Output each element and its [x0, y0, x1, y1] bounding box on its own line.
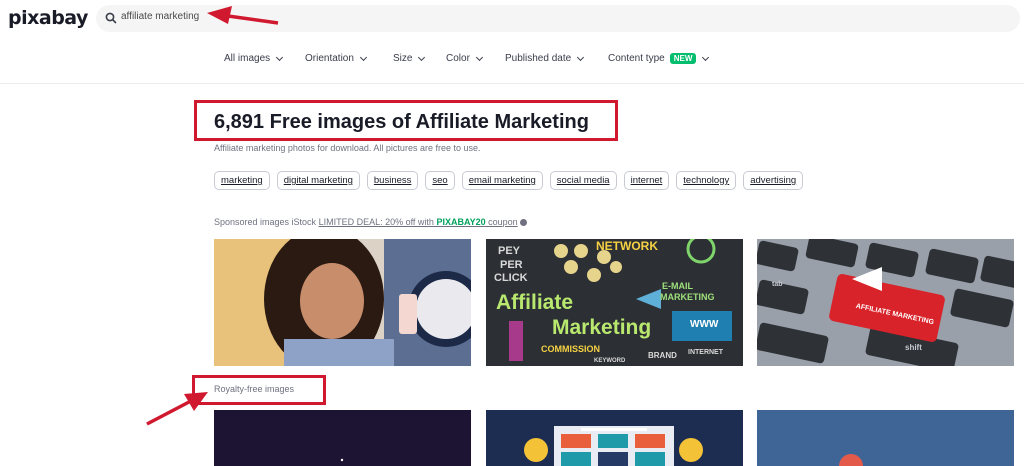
coupon-code: PIXABAY20 [436, 217, 486, 227]
annotation-arrows [146, 6, 279, 426]
network-text: NETWORK [596, 239, 658, 253]
filter-orientation[interactable]: Orientation [305, 53, 367, 64]
royalty-image-1[interactable] [214, 410, 471, 466]
deal-suffix: coupon [485, 217, 518, 227]
tag-chip[interactable]: technology [676, 171, 737, 190]
chevron-down-icon [276, 53, 284, 61]
annotation-title-box [194, 100, 618, 141]
filter-color[interactable]: Color [446, 53, 483, 64]
filter-label: Published date [505, 53, 572, 64]
sponsored-prefix: Sponsored images iStock [214, 217, 319, 227]
info-icon[interactable] [519, 219, 527, 227]
tag-chip[interactable]: business [366, 171, 419, 190]
chevron-down-icon [418, 53, 426, 61]
filter-label: All images [224, 53, 271, 64]
chevron-down-icon [359, 53, 367, 61]
deal-text: LIMITED DEAL: 20% off with [318, 217, 437, 227]
www-text: WWW [690, 319, 719, 330]
keyword-text: KEYWORD [594, 358, 626, 364]
per-text: PER [500, 259, 523, 271]
tab-key-text: tab [772, 281, 783, 288]
royalty-image-2[interactable] [486, 410, 743, 466]
tag-chip[interactable]: digital marketing [276, 171, 360, 190]
search-input[interactable]: affiliate marketing [121, 11, 199, 22]
shift-key-text: shift [905, 343, 922, 352]
results-subtitle: Affiliate marketing photos for download.… [214, 143, 481, 153]
email-marketing-text: MARKETING [660, 292, 715, 302]
limited-deal-link[interactable]: LIMITED DEAL: 20% off with PIXABAY20 cou… [319, 217, 518, 227]
sponsored-line: Sponsored images iStock LIMITED DEAL: 20… [214, 217, 527, 227]
chevron-down-icon [702, 53, 710, 61]
filter-content-type[interactable]: Content type NEW [608, 53, 710, 64]
header-divider [0, 83, 1024, 84]
search-icon [105, 12, 117, 24]
tag-chip[interactable]: internet [623, 171, 670, 190]
sponsored-image-affiliate-chalkboard[interactable]: NETWORK PEY PER CLICK Affiliate Marketin… [486, 239, 743, 366]
filter-label: Content type [608, 53, 665, 64]
click-text: CLICK [494, 272, 528, 284]
tag-chip[interactable]: marketing [214, 171, 270, 190]
brand-text: BRAND [648, 351, 677, 360]
filter-size[interactable]: Size [393, 53, 426, 64]
filter-label: Size [393, 53, 413, 64]
tag-chip[interactable]: email marketing [461, 171, 543, 190]
email-text: E-MAIL [662, 281, 693, 291]
filter-published-date[interactable]: Published date [505, 53, 585, 64]
filter-all-images[interactable]: All images [224, 53, 284, 64]
annotation-royalty-box [192, 375, 326, 405]
related-tags: marketing digital marketing business seo… [214, 171, 804, 190]
annotation-arrow-royalty [146, 400, 190, 426]
chevron-down-icon [577, 53, 585, 61]
sponsored-image-woman-ringlight[interactable] [214, 239, 471, 366]
commission-text: COMMISSION [541, 344, 601, 354]
tag-chip[interactable]: social media [549, 171, 617, 190]
filter-label: Orientation [305, 53, 354, 64]
affiliate-text: Affiliate [496, 291, 574, 314]
pixabay-logo[interactable]: pixabay [8, 7, 88, 29]
new-badge: NEW [669, 53, 697, 64]
tag-chip[interactable]: advertising [743, 171, 804, 190]
chevron-down-icon [475, 53, 483, 61]
royalty-image-3[interactable] [757, 410, 1014, 466]
pey-text: PEY [498, 245, 521, 257]
search-bar[interactable]: affiliate marketing [96, 5, 1020, 32]
marketing-text: Marketing [552, 316, 652, 339]
sponsored-image-keyboard[interactable]: tab AFFILIATE MARKETING shift [757, 239, 1014, 366]
tag-chip[interactable]: seo [425, 171, 455, 190]
internet-text: INTERNET [688, 349, 723, 356]
filter-label: Color [446, 53, 470, 64]
